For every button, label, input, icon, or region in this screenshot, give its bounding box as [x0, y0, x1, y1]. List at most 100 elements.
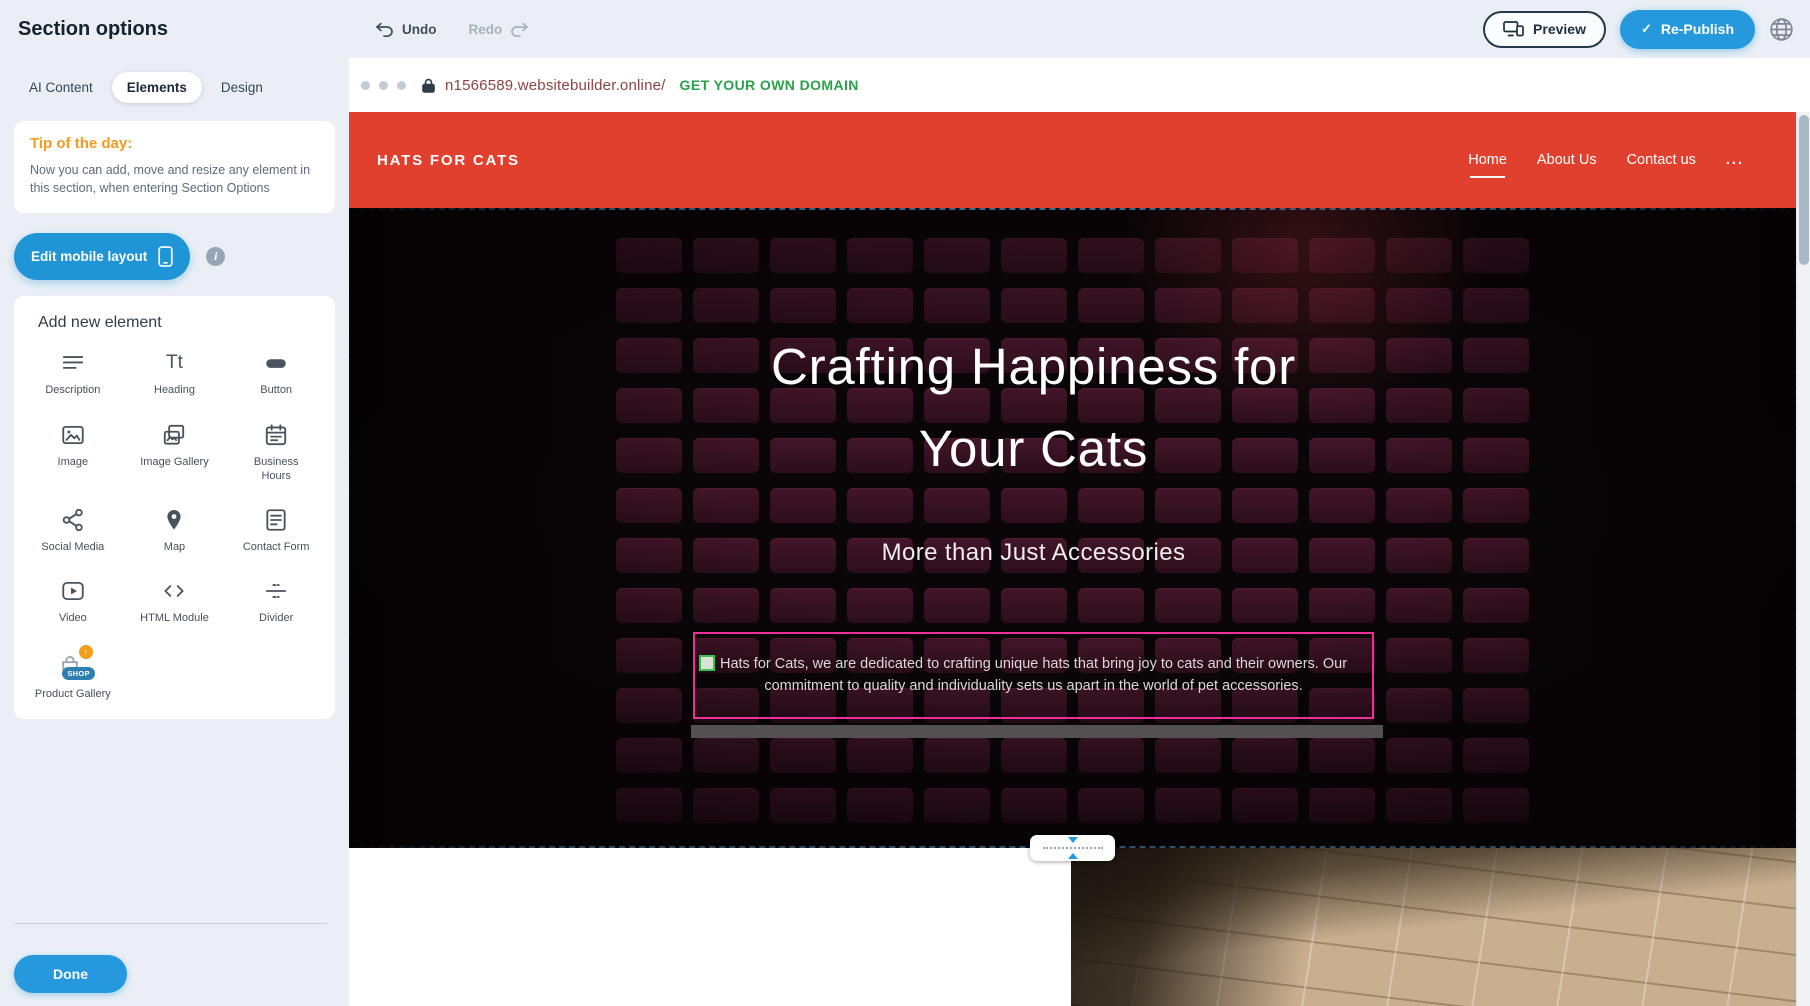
- description-icon: [60, 350, 86, 376]
- info-icon[interactable]: i: [206, 247, 225, 266]
- tab-ai-content[interactable]: AI Content: [14, 72, 108, 103]
- hero-tile: [1001, 738, 1067, 773]
- element-product-gallery[interactable]: SHOP ↑ Product Gallery: [22, 650, 124, 701]
- hero-tile: [1155, 738, 1221, 773]
- hero-tile: [616, 538, 682, 573]
- hero-tile: [616, 588, 682, 623]
- hero-tile: [616, 238, 682, 273]
- scrollbar-thumb[interactable]: [1799, 115, 1809, 265]
- hero-subheading[interactable]: More than Just Accessories: [693, 539, 1374, 567]
- sidebar-tabs: AI Content Elements Design: [14, 72, 335, 103]
- tip-of-the-day-card: Tip of the day: Now you can add, move an…: [14, 121, 335, 213]
- section-options-sidebar: AI Content Elements Design Tip of the da…: [0, 58, 349, 1006]
- undo-icon: [375, 22, 394, 37]
- element-image[interactable]: Image: [22, 422, 124, 484]
- hero-paragraph[interactable]: Hats for Cats, we are dedicated to craft…: [701, 654, 1366, 698]
- nav-more-button[interactable]: ...: [1726, 152, 1744, 168]
- site-logo[interactable]: HATS FOR CATS: [377, 152, 520, 169]
- element-html-module[interactable]: HTML Module: [124, 578, 226, 625]
- get-domain-link[interactable]: GET YOUR OWN DOMAIN: [680, 77, 859, 93]
- hero-tile: [1386, 288, 1452, 323]
- element-label: Description: [45, 383, 100, 397]
- element-button[interactable]: Button: [225, 350, 327, 397]
- hero-tile: [770, 738, 836, 773]
- drag-shadow: [691, 725, 1383, 738]
- nav-item-about-us[interactable]: About Us: [1537, 152, 1597, 168]
- section-resize-handle[interactable]: [1030, 835, 1115, 861]
- arrow-up-icon: [1068, 853, 1078, 859]
- browser-bar: n1566589.websitebuilder.online/ GET YOUR…: [349, 58, 1810, 112]
- element-image-gallery[interactable]: Image Gallery: [124, 422, 226, 484]
- edit-mobile-layout-button[interactable]: Edit mobile layout: [14, 233, 190, 280]
- republish-label: Re-Publish: [1661, 21, 1734, 37]
- element-description[interactable]: Description: [22, 350, 124, 397]
- element-label: Image: [58, 455, 89, 469]
- undo-button[interactable]: Undo: [375, 22, 437, 37]
- element-business-hours[interactable]: Business Hours: [225, 422, 327, 484]
- undo-label: Undo: [402, 22, 437, 37]
- element-label: Social Media: [41, 540, 104, 554]
- element-social-media[interactable]: Social Media: [22, 507, 124, 554]
- element-label: Product Gallery: [35, 687, 111, 701]
- tip-body: Now you can add, move and resize any ele…: [30, 161, 319, 197]
- smartphone-icon: [158, 246, 173, 267]
- dotted-resize-line: [1043, 847, 1103, 849]
- element-label: HTML Module: [140, 611, 209, 625]
- language-globe-button[interactable]: [1768, 16, 1795, 43]
- element-map[interactable]: Map: [124, 507, 226, 554]
- hero-heading[interactable]: Crafting Happiness for Your Cats: [744, 326, 1324, 489]
- element-label: Map: [164, 540, 185, 554]
- globe-icon: [1768, 16, 1795, 43]
- preview-button[interactable]: Preview: [1483, 11, 1606, 48]
- site-header: HATS FOR CATS Home About Us Contact us .…: [349, 112, 1796, 208]
- element-label: Image Gallery: [140, 455, 208, 469]
- hero-tile: [616, 738, 682, 773]
- done-button[interactable]: Done: [14, 955, 127, 993]
- element-contact-form[interactable]: Contact Form: [225, 507, 327, 554]
- hero-tile: [693, 738, 759, 773]
- hero-tile: [1386, 538, 1452, 573]
- sidebar-divider: [14, 923, 327, 924]
- element-video[interactable]: Video: [22, 578, 124, 625]
- hero-tile: [1463, 238, 1529, 273]
- element-label: Divider: [259, 611, 293, 625]
- hero-tile: [1155, 788, 1221, 823]
- redo-button[interactable]: Redo: [469, 22, 530, 37]
- scrollbar-track[interactable]: [1796, 112, 1810, 1006]
- selected-text-element[interactable]: Hats for Cats, we are dedicated to craft…: [693, 632, 1374, 719]
- republish-button[interactable]: ✓ Re-Publish: [1620, 10, 1755, 49]
- preview-label: Preview: [1533, 21, 1586, 37]
- element-resize-handle[interactable]: [699, 655, 715, 671]
- tab-design[interactable]: Design: [206, 72, 278, 103]
- hero-tile: [1386, 238, 1452, 273]
- element-label: Contact Form: [243, 540, 310, 554]
- hero-tile: [1001, 788, 1067, 823]
- upgrade-badge-icon: ↑: [79, 645, 93, 659]
- html-module-icon: [161, 578, 187, 604]
- hero-tile: [1386, 638, 1452, 673]
- nav-item-contact-us[interactable]: Contact us: [1627, 152, 1696, 168]
- hero-tile: [1386, 588, 1452, 623]
- element-heading[interactable]: Tt Heading: [124, 350, 226, 397]
- shop-badge: SHOP: [62, 667, 94, 680]
- hero-tile: [1463, 788, 1529, 823]
- hero-tile: [616, 388, 682, 423]
- tab-elements[interactable]: Elements: [112, 72, 202, 103]
- check-icon: ✓: [1641, 21, 1652, 37]
- map-icon: [161, 507, 187, 533]
- hero-tile: [1386, 488, 1452, 523]
- social-media-icon: [60, 507, 86, 533]
- site-nav: Home About Us Contact us ...: [1468, 152, 1744, 168]
- image-icon: [60, 422, 86, 448]
- window-dots: [361, 81, 406, 90]
- element-grid: Description Tt Heading Button Image Imag…: [22, 350, 327, 701]
- hero-tile: [1309, 738, 1375, 773]
- button-icon: [263, 350, 289, 376]
- nav-item-home[interactable]: Home: [1468, 152, 1507, 168]
- hero-tile: [1463, 738, 1529, 773]
- element-divider[interactable]: Divider: [225, 578, 327, 625]
- hero-tile: [847, 738, 913, 773]
- hero-tile: [1463, 488, 1529, 523]
- next-section: [349, 848, 1796, 1006]
- hero-section-selected[interactable]: Crafting Happiness for Your Cats More th…: [349, 208, 1796, 848]
